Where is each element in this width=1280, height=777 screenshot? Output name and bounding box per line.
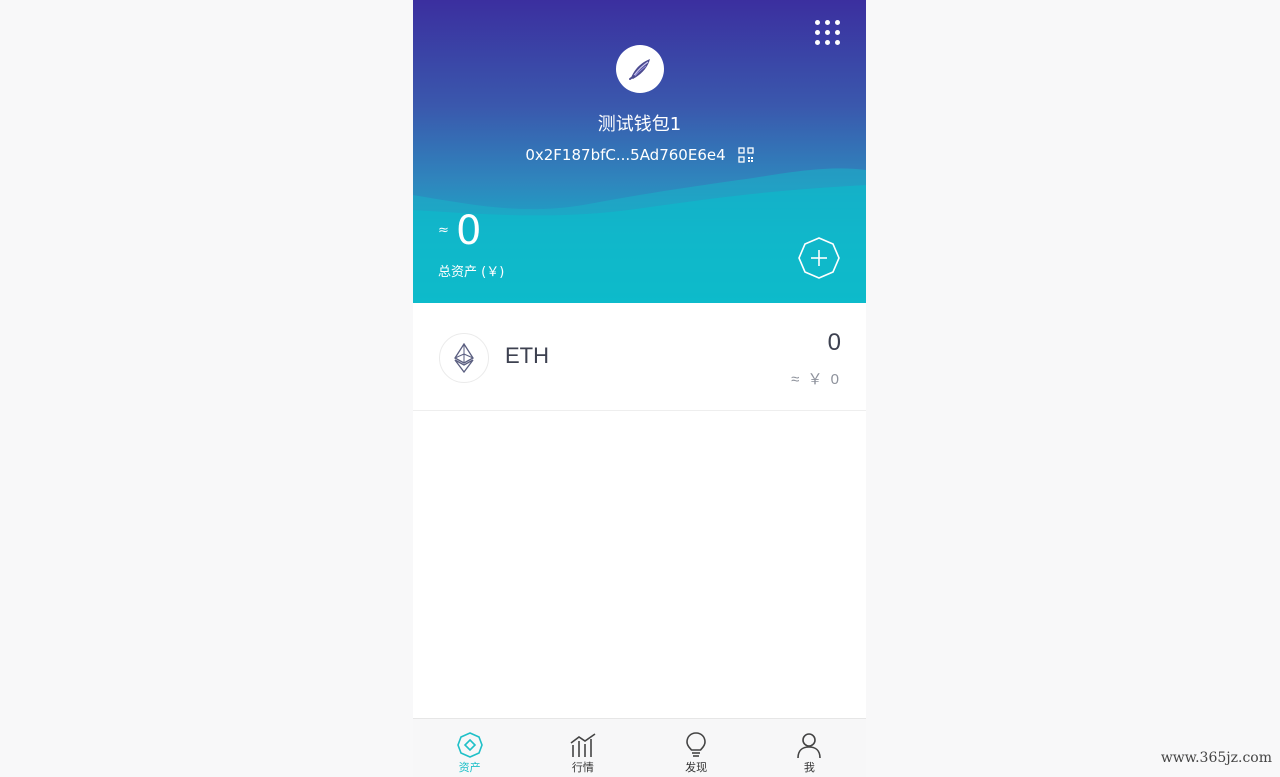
tab-label-market: 行情 (571, 761, 594, 774)
user-icon (797, 733, 822, 759)
shell-icon (629, 59, 650, 80)
grid-menu-icon[interactable] (815, 20, 841, 46)
ethereum-icon (454, 343, 474, 373)
wallet-avatar[interactable] (616, 45, 664, 93)
tab-discover[interactable]: 发现 (640, 719, 753, 777)
wallet-address-row[interactable]: 0x2F187bfC...5Ad760E6e4 (413, 146, 866, 164)
tab-label-assets: 资产 (458, 761, 481, 774)
qr-code-icon[interactable] (737, 147, 754, 163)
tab-assets[interactable]: 资产 (413, 719, 526, 777)
total-assets-label: 总资产 (￥) (438, 265, 505, 280)
asset-fiat-value: ≈ ￥ 0 (791, 371, 841, 388)
asset-icon (456, 732, 483, 758)
tab-label-discover: 发现 (685, 761, 708, 774)
watermark-text: www.365jz.com (1160, 750, 1272, 766)
asset-symbol: ETH (505, 343, 549, 368)
asset-icon-wrap (439, 333, 489, 383)
lightbulb-icon (686, 732, 706, 757)
wallet-header: 测试钱包1 0x2F187bfC...5Ad760E6e4 ≈ 0 总资产 (￥… (413, 0, 866, 303)
bottom-tab-bar: 资产 行情 发现 我 (413, 718, 866, 777)
tab-me[interactable]: 我 (753, 719, 866, 777)
approx-symbol: ≈ (438, 223, 449, 238)
asset-amount: 0 (827, 329, 841, 356)
wallet-address[interactable]: 0x2F187bfC...5Ad760E6e4 (525, 146, 725, 164)
tab-market[interactable]: 行情 (526, 719, 639, 777)
add-asset-button[interactable] (798, 237, 840, 279)
market-chart-icon (570, 733, 596, 757)
tab-label-me: 我 (803, 761, 815, 774)
total-assets-value: 0 (456, 208, 482, 254)
asset-row-eth[interactable]: ETH 0 ≈ ￥ 0 (413, 303, 866, 411)
wallet-name: 测试钱包1 (597, 114, 682, 135)
wallet-screen: 测试钱包1 0x2F187bfC...5Ad760E6e4 ≈ 0 总资产 (￥… (413, 0, 866, 777)
